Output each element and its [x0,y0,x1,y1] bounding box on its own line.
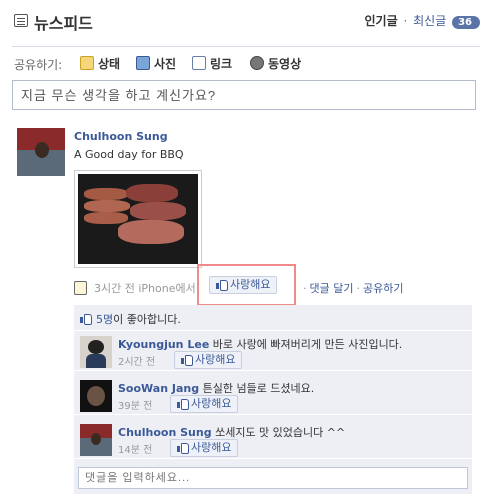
reply-row [74,461,472,495]
comment-like-button[interactable]: 사랑해요 [170,395,239,413]
story-time: 3시간 전 iPhone에서 [94,282,196,295]
share-photo-tab[interactable]: 사진 [136,55,176,72]
comment-like-label: 사랑해요 [195,353,236,366]
share-status-label: 상태 [98,57,121,71]
most-recent-link[interactable]: 최신글 [413,14,446,28]
commenter-name[interactable]: Chulhoon Sung [118,426,212,439]
share-bar: 공유하기: 상태 사진 링크 동영상 [12,54,480,74]
story-like-label: 사랑해요 [230,278,271,291]
likes-summary: 5명이 좋아합니다. [74,305,472,331]
share-link-label: 링크 [210,57,233,71]
meta-dot: · [303,282,307,295]
news-feed-icon [14,14,28,27]
feedback-area: 5명이 좋아합니다. Kyoungjun Lee 바로 사랑에 빠져버리게 만든… [74,305,472,495]
likes-suffix: 이 좋아합니다. [113,313,181,326]
like-thumb-icon [216,279,228,291]
iphone-app-icon [74,281,87,295]
status-icon [80,56,94,70]
link-icon [192,56,206,70]
like-thumb-icon [177,442,189,454]
feed-sort: 인기글 · 최신글 36 [365,12,480,29]
commenter-avatar[interactable] [80,380,112,412]
page-title: 뉴스피드 [34,14,93,33]
comment-like-label: 사랑해요 [191,441,232,454]
comment-like-button[interactable]: 사랑해요 [170,439,239,457]
meta-dot: · [356,282,360,295]
commenter-name[interactable]: Kyoungjun Lee [118,338,209,351]
story-photo[interactable] [74,170,202,268]
status-input[interactable] [12,80,476,110]
share-status-tab[interactable]: 상태 [80,55,120,72]
comment-item: Kyoungjun Lee 바로 사랑에 빠져버리게 만든 사진입니다. 2시간… [74,331,472,371]
comment-text: 바로 사랑에 빠져버리게 만든 사진입니다. [212,338,403,351]
share-label: 공유하기: [14,58,63,72]
photo-icon [136,56,150,70]
like-thumb-icon [181,354,193,366]
commenter-avatar[interactable] [80,424,112,456]
comment-link[interactable]: 댓글 달기 [310,282,354,295]
feed-header: 뉴스피드 인기글 · 최신글 36 [12,8,480,36]
like-thumb-icon [80,313,92,325]
comment-item: Chulhoon Sung 쏘세지도 맛 있었습니다 ^^ 14분 전 사랑해요 [74,419,472,459]
story-like-button[interactable]: 사랑해요 [209,276,278,294]
story-author-name[interactable]: Chulhoon Sung [74,130,168,143]
comment-text: 튼실한 넘들로 드셨네요. [202,382,315,395]
comment-like-button[interactable]: 사랑해요 [174,351,243,369]
share-photo-label: 사진 [154,57,177,71]
comment-time: 14분 전 [118,445,153,456]
comment-text: 쏘세지도 맛 있었습니다 ^^ [215,426,346,439]
share-video-label: 동영상 [268,57,302,71]
commenter-avatar[interactable] [80,336,112,368]
header-divider [12,46,480,47]
story-message: A Good day for BBQ [74,148,184,161]
likes-count[interactable]: 5명 [96,313,113,326]
sort-separator: · [403,14,408,28]
video-icon [250,56,264,70]
recent-count-badge[interactable]: 36 [452,16,480,29]
share-video-tab[interactable]: 동영상 [250,55,301,72]
comment-time: 2시간 전 [118,357,156,368]
share-link-tab[interactable]: 링크 [192,55,232,72]
comment-time: 39분 전 [118,401,153,412]
comment-item: SooWan Jang 튼실한 넘들로 드셨네요. 39분 전 사랑해요 [74,375,472,415]
comment-like-label: 사랑해요 [191,397,232,410]
like-thumb-icon [177,398,189,410]
share-link[interactable]: 공유하기 [363,282,403,295]
commenter-name[interactable]: SooWan Jang [118,382,199,395]
comment-input[interactable] [78,467,468,489]
top-stories-link[interactable]: 인기글 [365,14,398,28]
story-author-avatar[interactable] [17,128,65,176]
